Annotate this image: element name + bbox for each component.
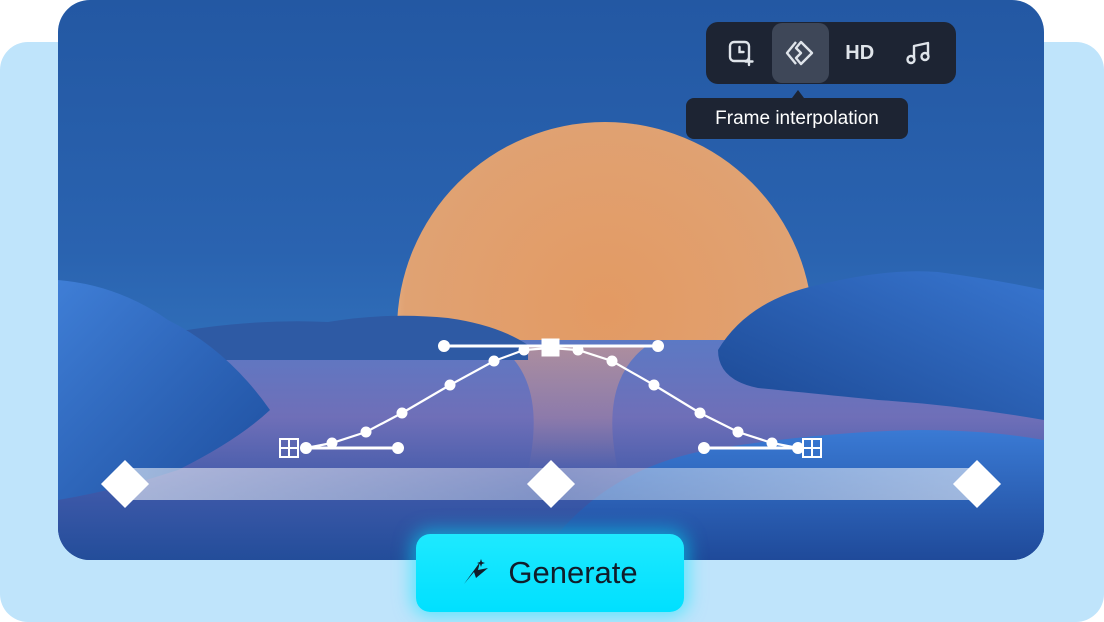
generate-button[interactable]: Generate [416,534,684,612]
sparkle-wand-icon [464,559,489,584]
music-button[interactable] [891,23,949,83]
generate-label: Generate [508,555,638,590]
frame-interpolation-icon [786,40,814,66]
curve-peak-handle[interactable] [541,338,560,357]
preview-frame [58,0,1044,560]
frame-interpolation-tooltip: Frame interpolation [686,98,908,139]
hd-label: HD [845,41,875,64]
tooltip-arrow [792,90,804,98]
timer-plus-button[interactable] [712,23,770,83]
timer-plus-icon [728,40,754,67]
hd-button[interactable]: HD [831,23,889,83]
landscape-image [58,122,1044,560]
frame-interpolation-button[interactable] [771,23,829,83]
toolbar: HD [706,22,956,84]
music-icon [906,41,930,65]
